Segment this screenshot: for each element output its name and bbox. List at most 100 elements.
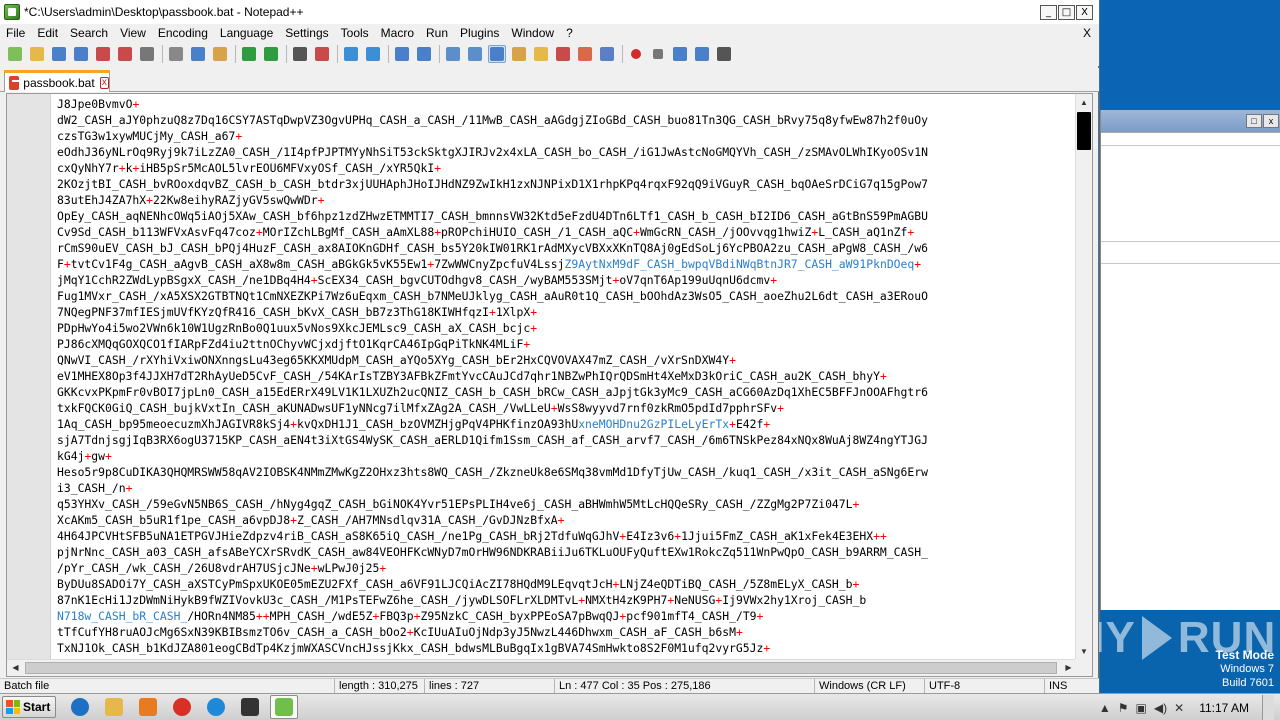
doc-map-button[interactable] bbox=[532, 45, 550, 63]
notepadpp-window[interactable]: *C:\Users\admin\Desktop\passbook.bat - N… bbox=[0, 0, 1099, 694]
code-line[interactable]: Fug1MVxr_CASH_/xA5XSX2GTBTNQt1CmNXEZKPi7… bbox=[57, 288, 1075, 304]
code-line[interactable]: cxQyNhY7r+k+iHB5pSr5McAOL5lvrEOU6MFVxyOS… bbox=[57, 160, 1075, 176]
menu-macro[interactable]: Macro bbox=[375, 24, 420, 42]
start-button[interactable]: Start bbox=[2, 696, 56, 718]
menu-encoding[interactable]: Encoding bbox=[152, 24, 214, 42]
code-line[interactable]: /pYr_CASH_/wk_CASH_/26U8vdrAH7USjcJNe+wL… bbox=[57, 560, 1075, 576]
user-language-button[interactable] bbox=[510, 45, 528, 63]
maximize-button[interactable]: □ bbox=[1058, 4, 1075, 20]
code-line[interactable]: czsTG3w1xywMUCjMy_CASH_a67+ bbox=[57, 128, 1075, 144]
taskbar-edge[interactable] bbox=[202, 695, 230, 719]
background-close-button[interactable]: x bbox=[1263, 114, 1279, 128]
print-button[interactable] bbox=[138, 45, 156, 63]
line-number-gutter[interactable] bbox=[7, 94, 51, 676]
horizontal-scrollbar[interactable]: ◀ ▶ bbox=[7, 659, 1077, 676]
menu-view[interactable]: View bbox=[114, 24, 152, 42]
code-line[interactable]: TxNJ1Ok_CASH_b1KdJZA801eogCBdTp4KzjmWXAS… bbox=[57, 640, 1075, 656]
sync-vertical-button[interactable] bbox=[393, 45, 411, 63]
scroll-down-icon[interactable]: ▼ bbox=[1076, 643, 1092, 660]
close-all-button[interactable] bbox=[116, 45, 134, 63]
code-line[interactable]: F+tvtCv1F4g_CASH_aAgvB_CASH_aX8w8m_CASH_… bbox=[57, 256, 1075, 272]
tray-expand-icon[interactable]: ▲ bbox=[1099, 701, 1111, 715]
network-icon[interactable]: ▣ bbox=[1136, 701, 1147, 715]
taskbar-explorer[interactable] bbox=[100, 695, 128, 719]
run-macro-multiple-button[interactable] bbox=[693, 45, 711, 63]
sync-horizontal-button[interactable] bbox=[415, 45, 433, 63]
clock[interactable]: 11:17 AM bbox=[1199, 701, 1249, 715]
menu-run[interactable]: Run bbox=[420, 24, 454, 42]
taskbar-media-player[interactable] bbox=[134, 695, 162, 719]
code-line[interactable]: J8Jpe0BvmvO+ bbox=[57, 96, 1075, 112]
monitoring-button[interactable] bbox=[598, 45, 616, 63]
code-line[interactable]: PDpHwYo4i5wo2VWn6k10W1UgzRnBo0Q1uux5vNos… bbox=[57, 320, 1075, 336]
menu-settings[interactable]: Settings bbox=[279, 24, 334, 42]
status-encoding[interactable]: UTF-8 bbox=[924, 679, 1044, 694]
code-line[interactable]: i3_CASH_/n+ bbox=[57, 480, 1075, 496]
tab-passbook-bat[interactable]: passbook.bat x bbox=[4, 70, 110, 92]
find-button[interactable] bbox=[291, 45, 309, 63]
code-area[interactable]: J8Jpe0BvmvO+ dW2_CASH_aJY0phzuQ8z7Dq16CSY… bbox=[57, 96, 1075, 662]
status-insert-mode[interactable]: INS bbox=[1044, 679, 1099, 694]
code-line[interactable]: PJ86cXMQqGOXQCO1fIARpFZd4iu2ttnOChyvWCjx… bbox=[57, 336, 1075, 352]
stop-recording-button[interactable] bbox=[649, 45, 667, 63]
code-line[interactable]: 2KOzjtBI_CASH_bvROoxdqvBZ_CASH_b_CASH_bt… bbox=[57, 176, 1075, 192]
code-line[interactable]: Heso5r9p8CuDIKA3QHQMRSWW58qAV2IOBSK4NMmZ… bbox=[57, 464, 1075, 480]
open-file-button[interactable] bbox=[28, 45, 46, 63]
taskbar-notepad-plus-plus[interactable] bbox=[270, 695, 298, 719]
background-window-titlebar[interactable]: □ x bbox=[1101, 110, 1280, 132]
status-eol[interactable]: Windows (CR LF) bbox=[814, 679, 924, 694]
code-line[interactable]: kG4j+gw+ bbox=[57, 448, 1075, 464]
power-icon[interactable]: ✕ bbox=[1174, 701, 1184, 715]
close-document-button[interactable]: X bbox=[1083, 24, 1091, 42]
paste-button[interactable] bbox=[211, 45, 229, 63]
word-wrap-button[interactable] bbox=[444, 45, 462, 63]
replace-button[interactable] bbox=[313, 45, 331, 63]
scroll-left-icon[interactable]: ◀ bbox=[7, 660, 24, 676]
editor-pane[interactable]: J8Jpe0BvmvO+ dW2_CASH_aJY0phzuQ8z7Dq16CSY… bbox=[6, 93, 1093, 677]
title-bar[interactable]: *C:\Users\admin\Desktop\passbook.bat - N… bbox=[0, 0, 1099, 24]
save-macro-button[interactable] bbox=[715, 45, 733, 63]
menu-search[interactable]: Search bbox=[64, 24, 114, 42]
code-line[interactable]: pjNrNnc_CASH_a03_CASH_afsABeYCXrSRvdK_CA… bbox=[57, 544, 1075, 560]
save-button[interactable] bbox=[50, 45, 68, 63]
code-line[interactable]: jMqY1CchR2ZWdLypBSgxX_CASH_/ne1DBq4H4+Sc… bbox=[57, 272, 1075, 288]
menu-tools[interactable]: Tools bbox=[335, 24, 375, 42]
vertical-scroll-thumb[interactable] bbox=[1077, 112, 1091, 150]
horizontal-scroll-thumb[interactable] bbox=[25, 662, 1057, 674]
close-button[interactable]: X bbox=[1076, 4, 1093, 20]
minimize-button[interactable]: _ bbox=[1040, 4, 1057, 20]
background-restore-button[interactable]: □ bbox=[1246, 114, 1262, 128]
code-line[interactable]: txkFQCK0GiQ_CASH_bujkVxtIn_CASH_aKUNADws… bbox=[57, 400, 1075, 416]
taskbar-internet-explorer[interactable] bbox=[66, 695, 94, 719]
code-line[interactable]: 7NQegPNF37mfIESjmUVfKYzQfR416_CASH_bKvX_… bbox=[57, 304, 1075, 320]
tab-close-icon[interactable]: x bbox=[99, 76, 109, 89]
show-desktop-button[interactable] bbox=[1262, 695, 1274, 720]
code-line[interactable]: rCmS90uEV_CASH_bJ_CASH_bPQj4HuzF_CASH_ax… bbox=[57, 240, 1075, 256]
code-line[interactable]: q53YHXv_CASH_/59eGvN5NB6S_CASH_/hNyg4gqZ… bbox=[57, 496, 1075, 512]
show-all-chars-button[interactable] bbox=[466, 45, 484, 63]
menu-help[interactable]: ? bbox=[560, 24, 579, 42]
code-line[interactable]: 83utEhJ4ZA7hX+22Kw8eihyRAZjyGV5swQwWDr+ bbox=[57, 192, 1075, 208]
code-line[interactable]: sjA7TdnjsgjIqB3RX6ogU3715KP_CASH_aEN4t3i… bbox=[57, 432, 1075, 448]
code-line[interactable]: 1Aq_CASH_bp95meoecuzmXhJAGIVR8kSj4+kvQxD… bbox=[57, 416, 1075, 432]
folder-workspace-button[interactable] bbox=[576, 45, 594, 63]
new-file-button[interactable] bbox=[6, 45, 24, 63]
record-macro-button[interactable] bbox=[627, 45, 645, 63]
code-line[interactable]: XcAKm5_CASH_b5uR1f1pe_CASH_a6vpDJ8+Z_CAS… bbox=[57, 512, 1075, 528]
code-line[interactable]: 87nK1EcHi1JzDWmNiHykB9fWZIVovkU3c_CASH_/… bbox=[57, 592, 1075, 608]
redo-button[interactable] bbox=[262, 45, 280, 63]
undo-button[interactable] bbox=[240, 45, 258, 63]
playback-macro-button[interactable] bbox=[671, 45, 689, 63]
notepadpp-icon[interactable] bbox=[4, 4, 20, 20]
copy-button[interactable] bbox=[189, 45, 207, 63]
cut-button[interactable] bbox=[167, 45, 185, 63]
menu-edit[interactable]: Edit bbox=[31, 24, 64, 42]
menu-plugins[interactable]: Plugins bbox=[454, 24, 505, 42]
save-all-button[interactable] bbox=[72, 45, 90, 63]
zoom-in-button[interactable] bbox=[342, 45, 360, 63]
function-list-button[interactable] bbox=[554, 45, 572, 63]
indent-guide-button[interactable] bbox=[488, 45, 506, 63]
menu-language[interactable]: Language bbox=[214, 24, 279, 42]
background-window[interactable]: □ x bbox=[1100, 110, 1280, 610]
code-line[interactable]: tTfCufYH8ruAOJcMg6SxN39KBIBsmzTO6v_CASH_… bbox=[57, 624, 1075, 640]
